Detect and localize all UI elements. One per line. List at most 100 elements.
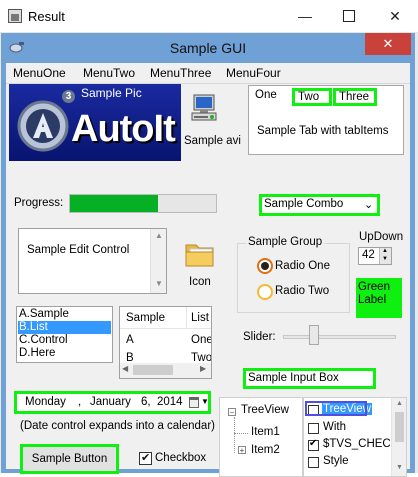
icon-label: Icon xyxy=(189,276,211,288)
radio-one-dot xyxy=(261,262,269,270)
tree-root[interactable]: TreeView xyxy=(241,404,289,416)
scroll-up-icon[interactable]: ▲ xyxy=(155,231,163,240)
check-icon: ✔ xyxy=(309,438,318,449)
tree-checkbox[interactable]: ✔ xyxy=(308,438,319,451)
scroll-down-icon[interactable]: ▼ xyxy=(396,464,403,471)
scroll-right-icon[interactable]: ▶ xyxy=(200,364,206,373)
edit-text: Sample Edit Control xyxy=(27,244,130,256)
calendar-icon[interactable] xyxy=(189,397,199,408)
tab-three[interactable]: Three xyxy=(333,88,377,106)
minimize-icon: — xyxy=(298,8,312,24)
button-label: Sample Button xyxy=(31,453,108,465)
sample-group xyxy=(237,243,350,313)
listbox[interactable]: A.Sample B.List C.Control D.Here xyxy=(16,306,113,363)
scroll-up-icon[interactable]: ▲ xyxy=(396,400,403,407)
up-arrow-icon[interactable]: ▲ xyxy=(382,248,388,254)
updown-arrows[interactable]: ▲ ▼ xyxy=(379,248,391,264)
close-icon: ✕ xyxy=(382,36,394,51)
radio-two[interactable] xyxy=(257,284,273,300)
maximize-icon xyxy=(343,10,355,22)
tree-check-label[interactable]: Style xyxy=(323,455,349,467)
date-picker[interactable]: Monday , January 6, 2014 ▼ xyxy=(14,391,211,414)
col-divider xyxy=(186,307,187,329)
pic-caption: Sample Pic xyxy=(81,86,142,100)
chevron-down-icon[interactable]: ⌄ xyxy=(364,198,373,211)
listview-cell[interactable]: A xyxy=(126,334,134,346)
edit-scrollbar[interactable]: ▲ ▼ xyxy=(150,229,166,293)
progress-fill xyxy=(70,195,158,212)
avi-label: Sample avi xyxy=(184,135,241,147)
autoit-logo-icon xyxy=(15,96,71,152)
group-title: Sample Group xyxy=(246,236,325,248)
listview-hscrollbar[interactable]: ◀ ▶ xyxy=(120,363,211,378)
menu-one[interactable]: MenuOne xyxy=(13,66,66,80)
checkbox[interactable]: ✔ xyxy=(139,452,152,465)
scroll-thumb[interactable] xyxy=(395,412,404,442)
inner-close-button[interactable]: ✕ xyxy=(365,33,411,55)
list-item[interactable]: A.Sample xyxy=(18,308,111,321)
slider-label: Slider: xyxy=(243,331,276,343)
down-arrow-icon[interactable]: ▼ xyxy=(382,256,388,262)
menu-four[interactable]: MenuFour xyxy=(226,66,281,80)
checkbox-label[interactable]: Checkbox xyxy=(155,452,206,464)
maximize-button[interactable] xyxy=(326,0,372,32)
tree-checkbox[interactable] xyxy=(308,457,319,468)
folder-icon xyxy=(184,239,216,269)
listview-cell[interactable]: One xyxy=(191,334,211,346)
tree-check-label[interactable]: With xyxy=(323,421,346,433)
scroll-down-icon[interactable]: ▼ xyxy=(155,279,163,288)
sample-button[interactable]: Sample Button xyxy=(20,444,119,474)
treeview[interactable]: − TreeView Item1 + Item2 xyxy=(219,397,303,477)
listview-col-sample[interactable]: Sample xyxy=(126,312,165,324)
listview[interactable]: Sample List A One B Two ◀ ▶ xyxy=(119,306,212,379)
radio-two-label[interactable]: Radio Two xyxy=(275,285,329,297)
window-title: Sample GUI xyxy=(169,40,247,56)
tree-item1[interactable]: Item1 xyxy=(251,426,280,438)
slider-thumb[interactable] xyxy=(309,325,319,345)
sample-input-box[interactable]: Sample Input Box xyxy=(243,368,376,389)
list-item[interactable]: B.List xyxy=(18,321,111,334)
slider-track[interactable] xyxy=(283,335,396,339)
scroll-left-icon[interactable]: ◀ xyxy=(122,364,128,373)
minimize-button[interactable]: — xyxy=(282,0,328,32)
radio-one-label[interactable]: Radio One xyxy=(275,260,330,272)
date-weekday[interactable]: Monday xyxy=(25,396,66,408)
menu-three[interactable]: MenuThree xyxy=(150,66,211,80)
tab-content-text: Sample Tab with tabItems xyxy=(257,125,389,137)
date-day[interactable]: 6, xyxy=(141,396,151,408)
combo-value: Sample Combo xyxy=(264,198,344,210)
dropdown-arrow-icon[interactable]: ▼ xyxy=(201,397,209,406)
treeview-focus-outline xyxy=(305,401,367,416)
scroll-thumb[interactable] xyxy=(133,365,173,375)
expand-box-icon[interactable]: + xyxy=(238,446,246,455)
tree-item2[interactable]: Item2 xyxy=(251,444,280,456)
sample-pic: Sample Pic 3 AutoIt xyxy=(9,84,181,161)
listview-col-list[interactable]: List xyxy=(191,312,209,324)
tree-line xyxy=(234,433,248,434)
close-button[interactable]: ✕ xyxy=(372,0,418,32)
outer-title-bar: Result — ✕ xyxy=(0,0,418,33)
updown-value: 42 xyxy=(362,249,375,261)
date-separator: , xyxy=(78,396,82,408)
list-item[interactable]: C.Control xyxy=(18,334,111,347)
radio-one[interactable] xyxy=(257,258,273,274)
tab-one[interactable]: One xyxy=(255,89,277,101)
list-item[interactable]: D.Here xyxy=(18,347,111,360)
tree-checkbox[interactable] xyxy=(308,423,319,434)
progress-bar xyxy=(69,194,217,213)
edit-control[interactable]: Sample Edit Control ▲ ▼ xyxy=(18,228,167,294)
updown-input[interactable]: 42 ▲ ▼ xyxy=(358,247,392,265)
progress-label: Progress: xyxy=(14,197,64,209)
sample-combo[interactable]: Sample Combo ⌄ xyxy=(259,194,380,216)
tab-two[interactable]: Two xyxy=(292,88,332,106)
date-year[interactable]: 2014 xyxy=(157,396,183,408)
date-note: (Date control expands into a calendar) xyxy=(20,420,215,432)
expand-box-icon[interactable]: − xyxy=(228,408,236,417)
app-icon xyxy=(8,9,22,23)
input-text: Sample Input Box xyxy=(248,372,339,384)
logo-text: AutoIt xyxy=(71,108,176,150)
checklist-vscrollbar[interactable]: ▲ ▼ xyxy=(391,398,406,476)
menu-two[interactable]: MenuTwo xyxy=(83,66,135,80)
updown-label: UpDown xyxy=(359,231,404,243)
date-month[interactable]: January xyxy=(90,396,131,408)
